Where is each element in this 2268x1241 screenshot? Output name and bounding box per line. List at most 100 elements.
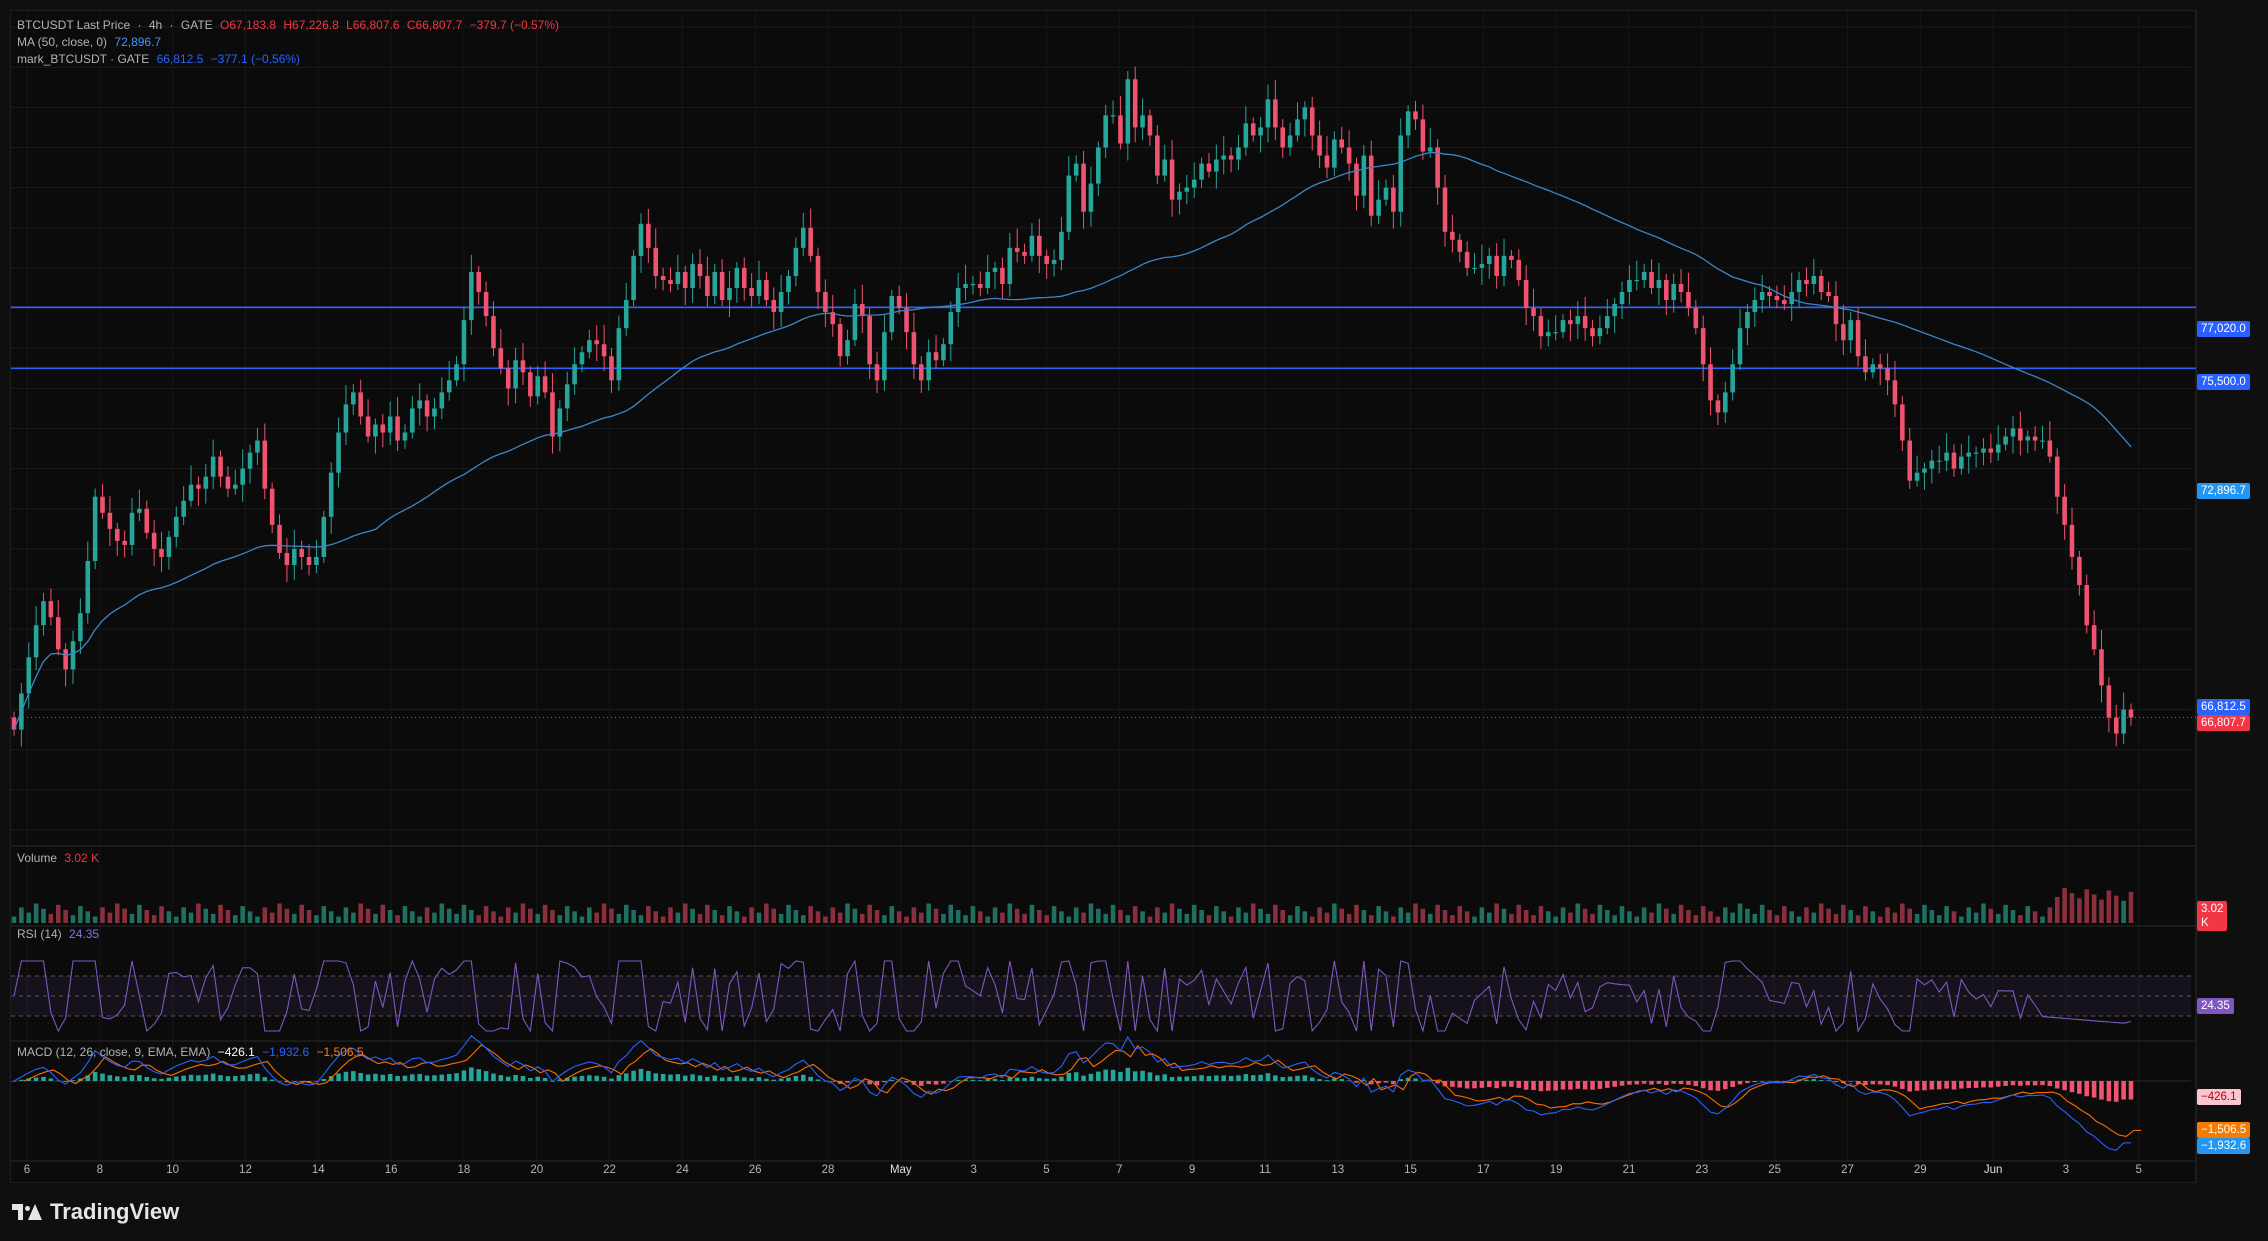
macd-histogram-bar	[1486, 1081, 1492, 1088]
candle-body	[528, 372, 533, 397]
time-axis-label: 13	[1331, 1164, 1344, 1176]
macd-histogram-bar	[1228, 1075, 1234, 1081]
chart-area[interactable]: 84,000.083,000.082,000.081,000.080,000.0…	[10, 10, 2251, 1183]
chart-svg[interactable]: 84,000.083,000.082,000.081,000.080,000.0…	[11, 11, 2196, 1182]
volume-bar	[1870, 911, 1876, 923]
volume-bar	[564, 906, 570, 923]
candle-body	[631, 255, 636, 301]
macd-histogram-bar	[734, 1075, 740, 1081]
rsi-legend-value: 24.35	[69, 927, 100, 941]
macd-histogram-bar	[233, 1076, 238, 1081]
macd-histogram-bar	[1059, 1076, 1064, 1081]
volume-bar	[1782, 906, 1787, 923]
macd-histogram-bar	[579, 1075, 585, 1081]
candle-body	[1759, 292, 1765, 301]
macd-histogram-bar	[1096, 1071, 1101, 1081]
candle-body	[623, 300, 629, 329]
volume-bar	[535, 913, 541, 923]
time-axis-label: 25	[1768, 1164, 1781, 1176]
rsi-legend-label[interactable]: RSI (14)	[17, 927, 62, 941]
macd-histogram-bar	[1538, 1081, 1544, 1092]
candle-body	[1995, 444, 2001, 453]
candle-body	[92, 496, 98, 561]
candle-body	[210, 456, 216, 477]
candle-body	[786, 275, 791, 293]
macd-histogram-bar	[1995, 1081, 2001, 1087]
volume-bar	[1000, 912, 1005, 923]
volume-bar	[1081, 912, 1086, 923]
volume-bar	[1391, 916, 1396, 923]
candle-body	[1715, 400, 1721, 413]
volume-bar	[1531, 915, 1536, 923]
macd-histogram-bar	[2077, 1081, 2082, 1094]
time-axis-label: 12	[239, 1164, 252, 1176]
macd-histogram-bar	[1951, 1081, 1957, 1090]
volume-bar	[1346, 913, 1352, 923]
volume-bar	[579, 916, 585, 923]
macd-histogram-bar	[1509, 1081, 1514, 1087]
candle-body	[498, 348, 504, 369]
candle-body	[756, 279, 762, 297]
volume-bar	[410, 911, 415, 923]
candle-body	[1671, 283, 1676, 301]
mark-legend-label[interactable]: mark_BTCUSDT · GATE	[17, 52, 149, 66]
volume-bar	[365, 908, 371, 923]
macd-legend-label[interactable]: MACD (12, 26, close, 9, EMA, EMA)	[17, 1045, 210, 1059]
candle-body	[107, 512, 113, 529]
volume-bar	[299, 904, 304, 923]
volume-bar	[1273, 904, 1278, 923]
macd-histogram-bar	[1383, 1081, 1389, 1083]
tradingview-logo[interactable]: TradingView	[12, 1199, 179, 1225]
candle-body	[1287, 135, 1293, 148]
volume-bar	[1088, 903, 1094, 923]
volume-bar	[1405, 912, 1411, 923]
volume-bar	[786, 904, 791, 923]
candle-body	[911, 332, 917, 365]
volume-bar	[1147, 916, 1153, 923]
volume-bar	[1155, 907, 1160, 923]
volume-bar	[1464, 911, 1470, 923]
macd-legend-hist: −426.1	[217, 1045, 255, 1059]
candle-body	[1354, 163, 1359, 196]
candle-body	[970, 283, 976, 286]
candle-body	[314, 556, 319, 565]
volume-bar	[1863, 906, 1868, 923]
volume-legend-label[interactable]: Volume	[17, 851, 57, 865]
macd-histogram-bar	[137, 1075, 142, 1081]
candle-body	[2099, 649, 2104, 686]
volume-bar	[631, 910, 636, 923]
candle-body	[1708, 364, 1713, 401]
candle-body	[668, 279, 673, 284]
hline-upper-tag[interactable]: 77,020.0	[2197, 321, 2250, 337]
volume-bar	[1044, 915, 1049, 923]
candle-body	[660, 275, 666, 280]
candle-body	[771, 300, 777, 313]
macd-histogram-bar	[1627, 1081, 1632, 1085]
macd-histogram-bar	[786, 1077, 791, 1081]
macd-histogram-bar	[1464, 1081, 1470, 1089]
volume-tag: 3.02 K	[2197, 901, 2228, 931]
volume-bar	[2054, 897, 2060, 923]
macd-histogram-bar	[1000, 1079, 1005, 1081]
macd-histogram-bar	[1914, 1081, 1920, 1091]
volume-bar	[1376, 906, 1381, 923]
legend-symbol[interactable]: BTCUSDT Last Price	[17, 18, 130, 32]
macd-histogram-bar	[800, 1074, 806, 1081]
macd-histogram-bar	[1155, 1075, 1160, 1081]
volume-bar	[1929, 910, 1935, 923]
macd-histogram-bar	[358, 1072, 363, 1081]
volume-bar	[830, 907, 836, 923]
candle-body	[800, 227, 806, 248]
candle-body	[1140, 115, 1145, 128]
volume-bar	[432, 912, 437, 923]
ma-legend-label[interactable]: MA (50, close, 0)	[17, 35, 107, 49]
macd-histogram-bar	[2047, 1081, 2053, 1087]
candle-body	[48, 601, 54, 618]
candle-body	[719, 271, 725, 301]
candle-body	[343, 404, 349, 433]
volume-bar	[173, 916, 179, 923]
volume-bar	[727, 906, 732, 923]
hline-lower-tag[interactable]: 75,500.0	[2197, 374, 2250, 390]
candle-body	[1265, 99, 1271, 128]
candle-body	[1081, 163, 1086, 212]
